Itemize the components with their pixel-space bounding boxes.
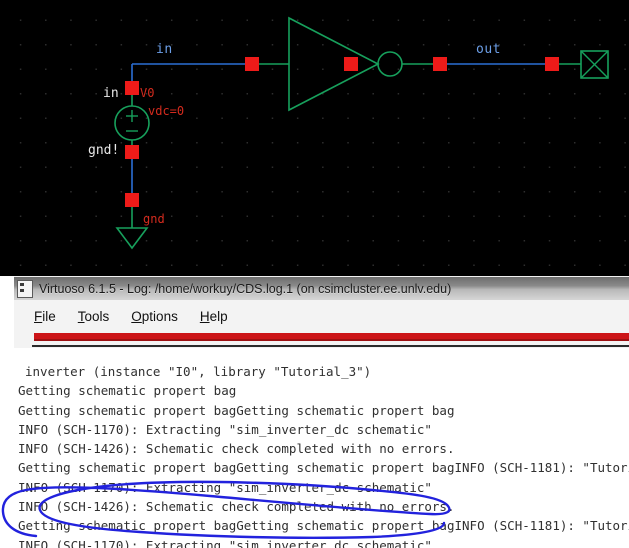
window-title: Virtuoso 6.1.5 - Log: /home/workuy/CDS.l… bbox=[39, 281, 452, 296]
menubar: File Tools Options Help bbox=[14, 300, 629, 332]
menu-rest-help: elp bbox=[209, 308, 228, 324]
instance-label-gnd[interactable]: gnd bbox=[143, 212, 165, 226]
toolbar-divider-rule bbox=[32, 345, 629, 347]
menu-mnemonic-tools: T bbox=[77, 308, 85, 324]
pin-label-in[interactable]: in bbox=[103, 86, 119, 101]
log-line: INFO (SCH-1170): Extracting "sim_inverte… bbox=[18, 479, 432, 495]
instance-label-v0[interactable]: V0 bbox=[140, 86, 154, 100]
menu-item-tools[interactable]: Tools bbox=[78, 309, 110, 324]
menu-rest-file: ile bbox=[42, 308, 56, 324]
toolbar-accent-bar-shadow bbox=[34, 339, 629, 341]
log-line: INFO (SCH-1426): Schematic check complet… bbox=[18, 499, 455, 515]
net-label-out[interactable]: out bbox=[476, 42, 501, 57]
net-label-in[interactable]: in bbox=[156, 42, 173, 57]
menu-mnemonic-file: F bbox=[34, 308, 43, 324]
menu-mnemonic-help: H bbox=[199, 308, 210, 324]
virtuoso-app-icon bbox=[17, 279, 33, 298]
menu-mnemonic-options: O bbox=[131, 308, 142, 324]
screenshot-root: in out in gnd! V0 vdc=0 gnd Virtuoso 6.1… bbox=[0, 0, 629, 548]
log-line: INFO (SCH-1170): Extracting "sim_inverte… bbox=[18, 537, 432, 548]
log-line: inverter (instance "I0", library "Tutori… bbox=[25, 364, 372, 379]
log-line: Getting schematic propert bagGetting sch… bbox=[18, 518, 629, 534]
toolbar-strip[interactable] bbox=[14, 332, 629, 345]
schematic-canvas[interactable]: in out in gnd! V0 vdc=0 gnd bbox=[0, 0, 629, 276]
instance-label-vdc[interactable]: vdc=0 bbox=[148, 104, 184, 118]
pin-label-gnd-global[interactable]: gnd! bbox=[88, 143, 119, 158]
menu-item-options[interactable]: Options bbox=[131, 309, 178, 324]
menu-item-help[interactable]: Help bbox=[200, 309, 228, 324]
virtuoso-log-window: Virtuoso 6.1.5 - Log: /home/workuy/CDS.l… bbox=[14, 276, 629, 548]
window-titlebar[interactable]: Virtuoso 6.1.5 - Log: /home/workuy/CDS.l… bbox=[14, 276, 629, 300]
log-line: Getting schematic propert bagGetting sch… bbox=[18, 460, 629, 476]
log-line: INFO (SCH-1170): Extracting "sim_inverte… bbox=[18, 421, 432, 437]
schematic-drawing bbox=[114, 16, 609, 250]
menu-rest-options: ptions bbox=[141, 308, 178, 324]
log-text-area[interactable]: inverter (instance "I0", library "Tutori… bbox=[14, 362, 629, 548]
log-top-padding bbox=[14, 348, 629, 362]
log-line: Getting schematic propert bag bbox=[18, 383, 237, 399]
menu-rest-tools: ools bbox=[84, 308, 110, 324]
log-line: INFO (SCH-1426): Schematic check complet… bbox=[18, 441, 455, 457]
log-line: Getting schematic propert bagGetting sch… bbox=[18, 402, 455, 418]
menu-item-file[interactable]: File bbox=[34, 309, 56, 324]
